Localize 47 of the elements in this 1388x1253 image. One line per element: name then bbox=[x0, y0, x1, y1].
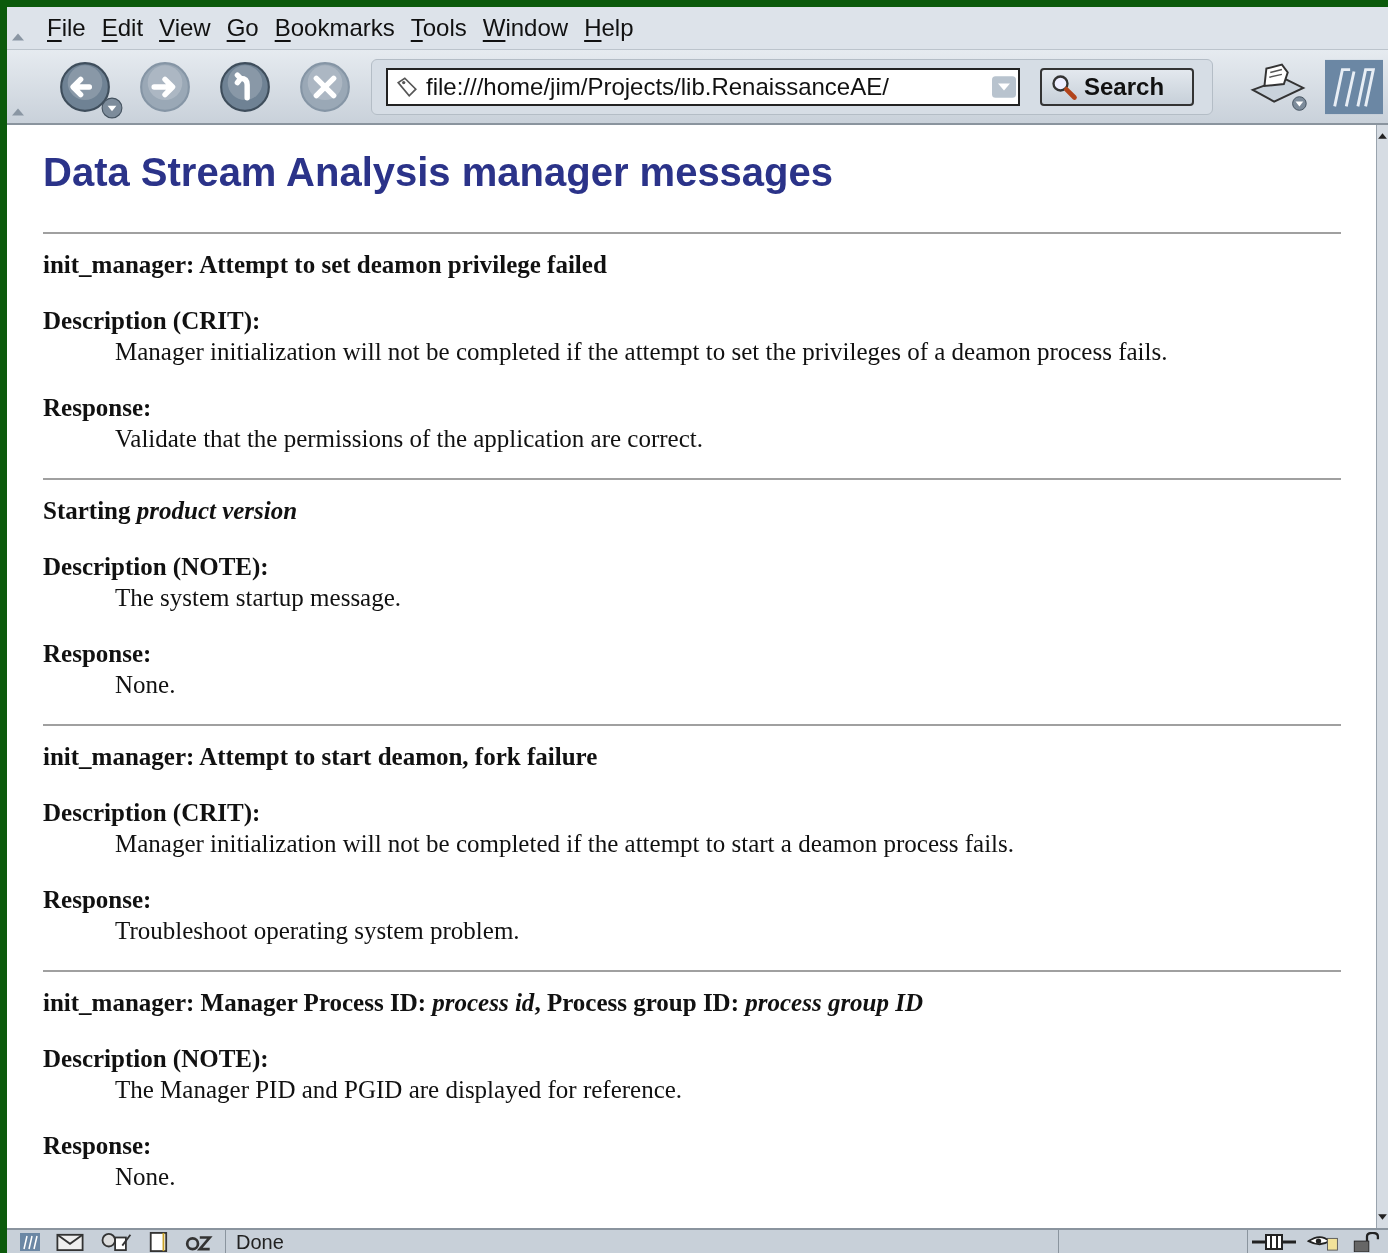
mail-icon[interactable] bbox=[55, 1232, 85, 1251]
description-label: Description (CRIT): bbox=[43, 306, 262, 336]
response-label: Response: bbox=[43, 393, 153, 423]
description-text: The system startup message. bbox=[114, 583, 403, 613]
menu-item[interactable]: Window bbox=[474, 13, 577, 43]
menu-item[interactable]: Go bbox=[218, 13, 267, 43]
app-logo-icon[interactable] bbox=[1325, 58, 1383, 115]
vertical-scrollbar[interactable] bbox=[1376, 125, 1388, 1228]
composer-icon[interactable] bbox=[99, 1232, 133, 1251]
response-text: Validate that the permissions of the application are correct. bbox=[114, 424, 704, 454]
description-label: Description (NOTE): bbox=[43, 1044, 270, 1074]
response-label: Response: bbox=[43, 639, 153, 669]
menu-item[interactable]: Bookmarks bbox=[266, 13, 403, 43]
menu-item[interactable]: File bbox=[39, 13, 94, 43]
address-field[interactable]: file:///home/jim/Projects/lib.RenaissanceAE/ bbox=[386, 67, 1020, 106]
response-label: Response: bbox=[43, 1131, 153, 1161]
description-label: Description (CRIT): bbox=[43, 798, 262, 828]
response-text: None. bbox=[114, 670, 177, 700]
description-text: The Manager PID and PGID are displayed for reference. bbox=[114, 1075, 684, 1105]
unlocked-padlock-icon bbox=[1352, 1231, 1382, 1252]
scroll-up-icon[interactable] bbox=[1377, 131, 1388, 142]
page-tag-icon bbox=[396, 75, 418, 98]
menu-item[interactable]: Edit bbox=[93, 13, 152, 43]
connection-icon bbox=[1252, 1232, 1296, 1251]
page-heading: Data Stream Analysis manager messages bbox=[43, 149, 835, 196]
message-title: init_manager: Attempt to start deamon, fork failure bbox=[43, 742, 599, 772]
message-title: init_manager: Manager Process ID: process id, Process group ID: process group ID bbox=[43, 988, 925, 1018]
reload-button[interactable] bbox=[219, 60, 271, 113]
search-button[interactable]: Search bbox=[1040, 67, 1194, 106]
collapse-grip-icon[interactable] bbox=[12, 31, 24, 43]
message-title: Starting product version bbox=[43, 496, 299, 526]
address-book-icon[interactable] bbox=[147, 1231, 169, 1252]
scroll-down-icon[interactable] bbox=[1377, 1211, 1388, 1222]
response-text: Troubleshoot operating system problem. bbox=[114, 916, 521, 946]
menu-item[interactable]: View bbox=[151, 13, 219, 43]
app-logo-icon[interactable] bbox=[19, 1232, 41, 1251]
menu-item[interactable]: Tools bbox=[402, 13, 475, 43]
description-label: Description (NOTE): bbox=[43, 552, 270, 582]
response-label: Response: bbox=[43, 885, 153, 915]
message-title: init_manager: Attempt to set deamon privilege failed bbox=[43, 250, 608, 280]
menu-item[interactable]: Help bbox=[576, 13, 642, 43]
status-text: Done bbox=[236, 1230, 284, 1253]
description-text: Manager initialization will not be completed if the attempt to set the privileges of a deamon process fails. bbox=[114, 337, 1169, 367]
search-icon bbox=[1050, 72, 1078, 101]
description-text: Manager initialization will not be completed if the attempt to start a deamon process fails. bbox=[114, 829, 1016, 859]
back-button[interactable] bbox=[59, 60, 111, 113]
response-text: None. bbox=[114, 1162, 177, 1192]
